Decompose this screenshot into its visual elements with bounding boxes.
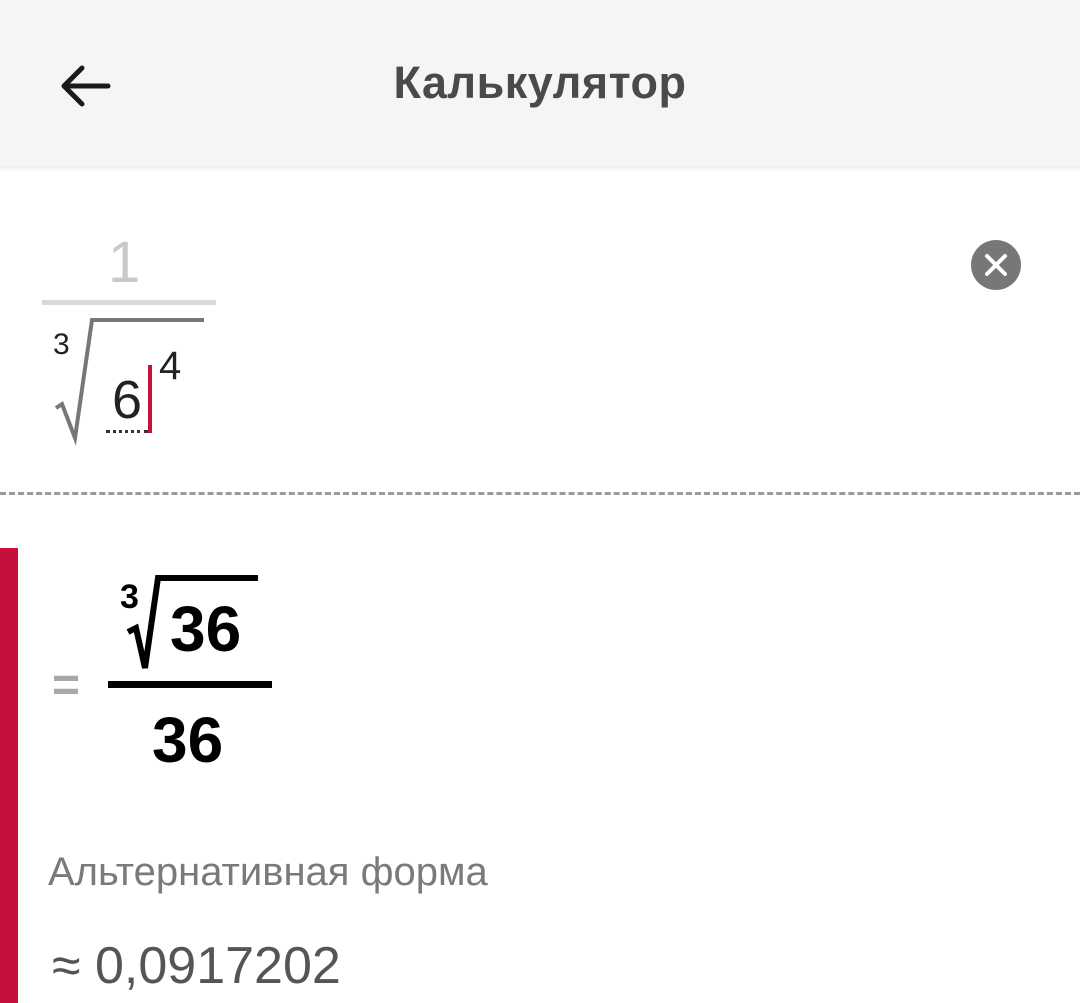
input-fraction-bar xyxy=(42,300,216,305)
app-title: Калькулятор xyxy=(393,57,687,108)
input-numerator: 1 xyxy=(108,230,141,295)
input-base: 6 xyxy=(112,370,143,430)
result-root-index: 3 xyxy=(120,578,139,616)
input-exponent: 4 xyxy=(159,344,182,388)
result-accent-bar xyxy=(0,548,18,1003)
clear-button[interactable] xyxy=(971,240,1021,290)
input-placeholder-underline xyxy=(106,430,148,433)
input-result-divider xyxy=(0,492,1080,495)
text-cursor xyxy=(148,365,152,433)
close-icon xyxy=(985,254,1007,276)
approximate-value: ≈ 0,0917202 xyxy=(52,937,341,995)
result-denominator: 36 xyxy=(152,704,224,776)
input-area: 1 3 6 4 xyxy=(0,166,1080,492)
calculator-screen: Калькулятор 1 3 6 4 = 3 36 36 Альтернати… xyxy=(0,0,1080,1003)
equals-sign: = xyxy=(52,659,81,712)
alternative-form-label: Альтернативная форма xyxy=(48,850,488,894)
input-expression[interactable]: 1 3 6 4 xyxy=(0,166,300,466)
app-bar: Калькулятор xyxy=(0,0,1080,166)
result-radicand: 36 xyxy=(170,593,242,665)
result-fraction-bar xyxy=(108,681,272,688)
